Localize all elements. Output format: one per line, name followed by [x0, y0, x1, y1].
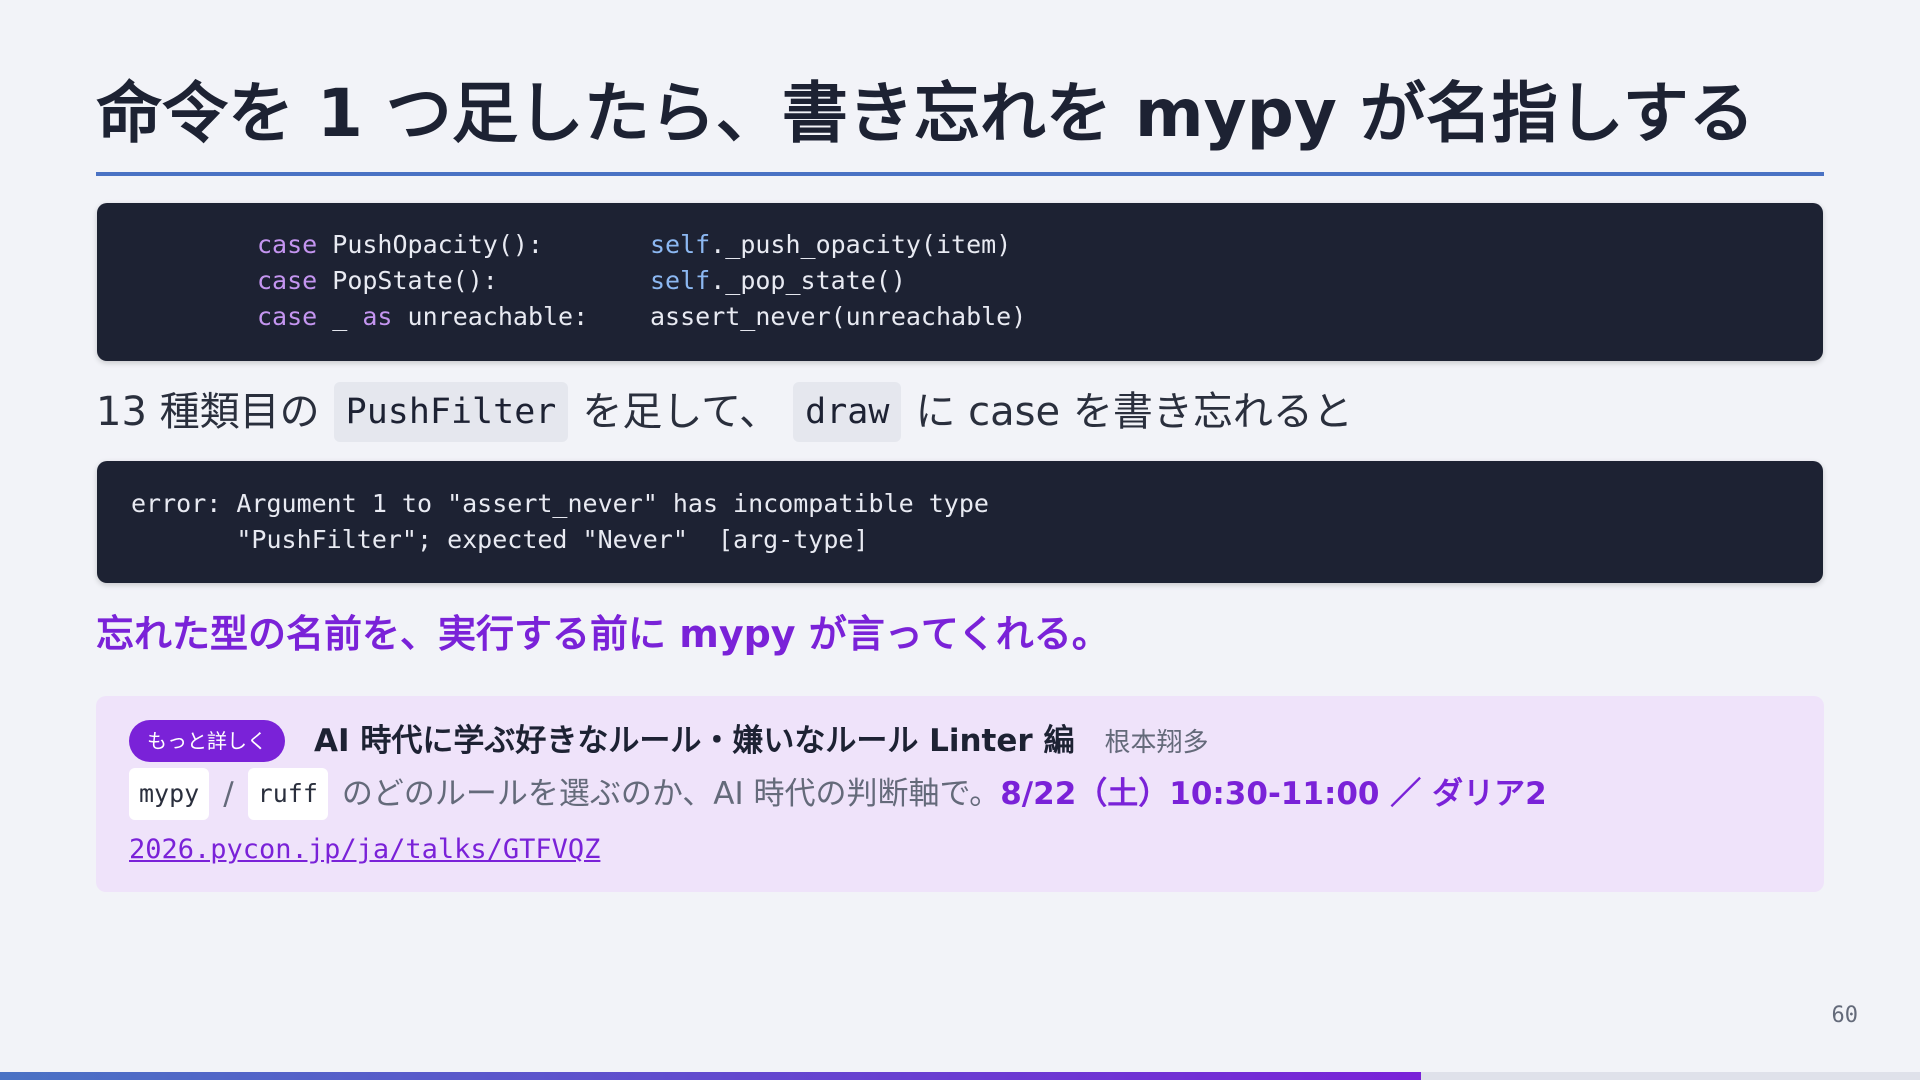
slide-title: 命令を 1 つ足したら、書き忘れを mypy が名指しする — [96, 75, 1755, 152]
title-underline — [96, 172, 1824, 176]
code-line: case PopState(): self._pop_state() — [97, 263, 1823, 299]
speaker-name: 根本翔多 — [1104, 728, 1209, 758]
talk-description: mypy / ruff のどのルールを選ぶのか、AI 時代の判断軸で。 8/22… — [129, 768, 1547, 820]
sentence-text: を足して、 — [582, 389, 780, 435]
code-line: case PushOpacity(): self._push_opacity(i… — [97, 227, 1823, 263]
sentence-text: 13 種類目の — [96, 389, 320, 435]
description-text: のどのルールを選ぶのか、AI 時代の判断軸で。 — [341, 776, 1001, 812]
slide-progress-bar — [0, 1072, 1920, 1080]
code-call: ._pop_state() — [710, 266, 906, 295]
inline-code-pushfilter: PushFilter — [333, 382, 569, 442]
inline-code-ruff: ruff — [247, 768, 328, 820]
code-pattern: PushOpacity(): — [317, 230, 543, 259]
explanation-sentence: 13 種類目の PushFilter を足して、 draw に case を書き… — [96, 382, 1353, 442]
talk-promo-panel: もっと詳しく AI 時代に学ぶ好きなルール・嫌いなルール Linter 編根本翔… — [96, 696, 1824, 892]
code-pattern: unreachable: — [392, 302, 589, 331]
self-keyword: self — [650, 266, 711, 295]
page-number: 60 — [1831, 1003, 1859, 1028]
keyword: as — [362, 302, 393, 331]
slide: 命令を 1 つ足したら、書き忘れを mypy が名指しする case PushO… — [0, 0, 1920, 1080]
talk-link[interactable]: 2026.pycon.jp/ja/talks/GTFVQZ — [129, 828, 600, 872]
code-block-mypy-error: error: Argument 1 to "assert_never" has … — [97, 461, 1823, 583]
callout-text: 忘れた型の名前を、実行する前に mypy が言ってくれる。 — [96, 612, 1110, 656]
code-call: ._push_opacity(item) — [710, 230, 1012, 259]
inline-code-mypy: mypy — [129, 768, 210, 820]
code-pattern: _ — [317, 302, 363, 331]
talk-title-text: AI 時代に学ぶ好きなルール・嫌いなルール Linter 編 — [314, 723, 1075, 759]
slide-progress-fill — [0, 1072, 1421, 1080]
code-call: assert_never(unreachable) — [650, 302, 1027, 331]
inline-code-draw: draw — [793, 382, 902, 442]
more-details-badge: もっと詳しく — [129, 720, 285, 762]
code-pattern: PopState(): — [317, 266, 498, 295]
keyword: case — [257, 230, 318, 259]
separator-slash: / — [223, 776, 234, 812]
code-block-match-cases: case PushOpacity(): self._push_opacity(i… — [97, 203, 1823, 361]
sentence-text: に case を書き忘れると — [915, 389, 1353, 435]
error-line: "PushFilter"; expected "Never" [arg-type… — [131, 525, 869, 554]
schedule-text: 8/22（土）10:30-11:00 ／ ダリア2 — [1000, 776, 1547, 812]
error-line: error: Argument 1 to "assert_never" has … — [131, 489, 989, 518]
talk-title: AI 時代に学ぶ好きなルール・嫌いなルール Linter 編根本翔多 — [314, 716, 1209, 766]
self-keyword: self — [650, 230, 711, 259]
code-line: case _ as unreachable: assert_never(unre… — [97, 299, 1823, 335]
keyword: case — [257, 302, 318, 331]
keyword: case — [257, 266, 318, 295]
